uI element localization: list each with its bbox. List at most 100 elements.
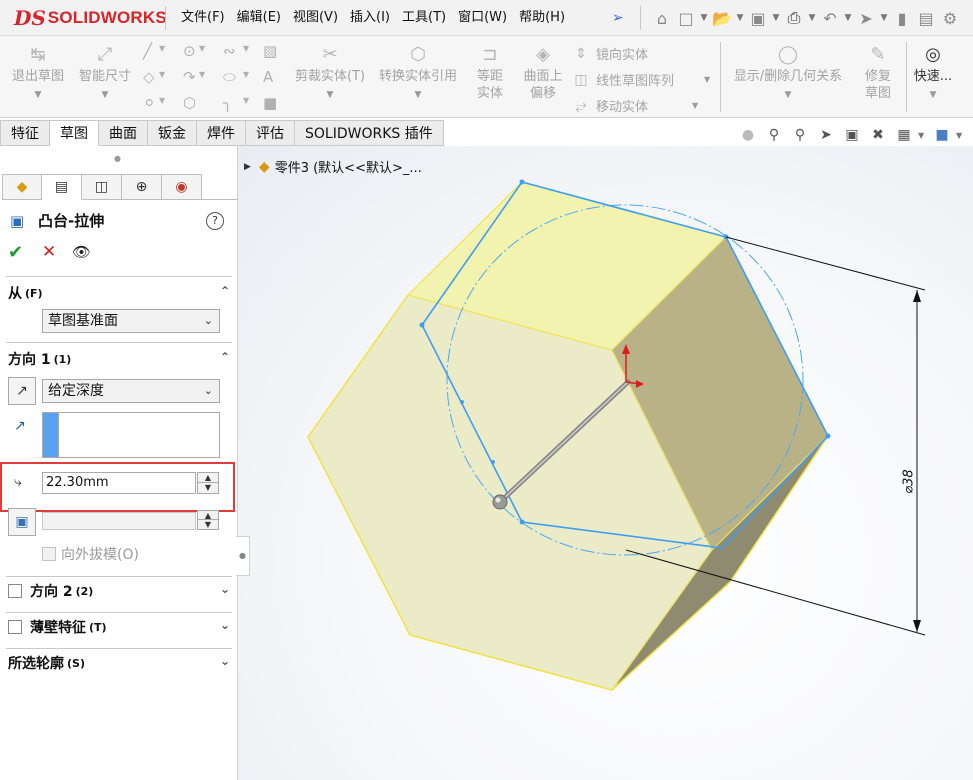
- direction2-section-header[interactable]: 方向 2 (2) ⌄: [0, 578, 238, 604]
- chevron-down-icon[interactable]: ▼: [159, 44, 165, 53]
- spinner-up-icon[interactable]: ▲: [198, 511, 218, 520]
- zoom-to-fit-icon[interactable]: ⚲: [762, 124, 786, 146]
- previous-view-icon[interactable]: ➤: [814, 124, 838, 146]
- chevron-down-icon[interactable]: ▼: [806, 4, 818, 32]
- help-icon[interactable]: ?: [206, 212, 224, 230]
- chevron-down-icon[interactable]: ⌄: [220, 582, 230, 596]
- quick-snaps-button[interactable]: ◎ 快速... ▼: [910, 44, 956, 104]
- fillet-icon[interactable]: ╮: [223, 94, 232, 112]
- ok-check-icon[interactable]: ✔: [8, 242, 23, 263]
- depth-input[interactable]: 22.30mm: [42, 472, 196, 494]
- offset-on-surface-button[interactable]: ◈ 曲面上偏移: [518, 44, 568, 102]
- smart-dimension-button[interactable]: ⤢ 智能尺寸 ▼: [72, 44, 138, 104]
- thin-feature-section-header[interactable]: 薄壁特征 (T) ⌄: [0, 614, 238, 640]
- display-relations-button[interactable]: ◯ 显示/删除几何关系 ▼: [726, 44, 850, 104]
- tab-sheet-metal[interactable]: 钣金: [148, 120, 197, 146]
- chevron-down-icon[interactable]: ▼: [734, 4, 746, 32]
- tab-add-ins[interactable]: SOLIDWORKS 插件: [295, 120, 444, 146]
- circle-icon[interactable]: ⊙: [183, 42, 196, 60]
- open-folder-icon[interactable]: 📂: [710, 4, 734, 32]
- section-view-icon[interactable]: ▣: [840, 124, 864, 146]
- bulb-icon[interactable]: ●: [736, 124, 760, 146]
- depth-spinner[interactable]: ▲ ▼: [197, 472, 219, 494]
- draft-outward-checkbox[interactable]: [42, 547, 56, 561]
- chevron-down-icon[interactable]: ▼: [159, 70, 165, 79]
- chevron-down-icon[interactable]: ▼: [698, 4, 710, 32]
- chevron-up-icon[interactable]: ⌃: [220, 350, 230, 364]
- reverse-direction-button[interactable]: ↗: [8, 377, 36, 405]
- new-document-icon[interactable]: □: [674, 4, 698, 32]
- zoom-area-icon[interactable]: ⚲: [788, 124, 812, 146]
- menu-window[interactable]: 窗口(W): [452, 0, 513, 36]
- direction-vector-listbox[interactable]: [42, 412, 220, 458]
- convert-entities-button[interactable]: ⬡ 转换实体引用 ▼: [374, 44, 462, 104]
- trim-entities-button[interactable]: ✂ 剪裁实体(T) ▼: [292, 44, 368, 104]
- print-icon[interactable]: ⎙: [782, 4, 806, 32]
- spinner-up-icon[interactable]: ▲: [198, 473, 218, 483]
- offset-entities-button[interactable]: ⊐ 等距实体: [466, 44, 514, 102]
- dynamic-annotation-icon[interactable]: ✖: [866, 124, 890, 146]
- panel-grip-icon[interactable]: ●: [114, 154, 121, 163]
- menu-tools[interactable]: 工具(T): [396, 0, 452, 36]
- select-cursor-icon[interactable]: ➤: [854, 4, 878, 32]
- menu-edit[interactable]: 编辑(E): [231, 0, 287, 36]
- point-icon[interactable]: ■: [263, 94, 277, 112]
- chevron-down-icon[interactable]: ⌄: [220, 618, 230, 632]
- property-manager-tab[interactable]: ▤: [42, 174, 82, 200]
- repair-sketch-button[interactable]: ✎ 修复草图: [852, 44, 904, 102]
- rectangle-icon[interactable]: ◇: [143, 68, 155, 86]
- construction-geometry-icon[interactable]: ▧: [263, 42, 277, 60]
- display-style-icon[interactable]: ■: [930, 124, 954, 146]
- configuration-manager-tab[interactable]: ◫: [82, 174, 122, 200]
- chevron-down-icon[interactable]: ▼: [956, 124, 966, 146]
- thin-feature-checkbox[interactable]: [8, 620, 22, 634]
- chevron-down-icon[interactable]: ▼: [199, 44, 205, 53]
- view-orientation-icon[interactable]: ▦: [892, 124, 916, 146]
- pin-icon[interactable]: ➢: [612, 10, 624, 26]
- tab-features[interactable]: 特征: [0, 120, 50, 146]
- chevron-down-icon[interactable]: ▼: [770, 4, 782, 32]
- feature-tree-part-node[interactable]: ▶ ◆ 零件3 (默认<<默认>_...: [244, 157, 422, 177]
- chevron-down-icon[interactable]: ▼: [243, 70, 249, 79]
- tab-evaluate[interactable]: 评估: [246, 120, 295, 146]
- display-manager-tab[interactable]: ◉: [162, 174, 202, 200]
- draft-angle-input[interactable]: [42, 512, 196, 530]
- ellipse-icon[interactable]: ⬭: [223, 68, 236, 86]
- detailed-preview-eye-icon[interactable]: 👁: [72, 243, 91, 261]
- arc-icon[interactable]: ↷: [183, 68, 196, 86]
- from-section-header[interactable]: 从 (F) ⌃: [0, 280, 238, 306]
- feature-manager-tab[interactable]: ◆: [2, 174, 42, 200]
- spline-icon[interactable]: ∾: [223, 42, 236, 60]
- expand-arrow-icon[interactable]: ▶: [244, 162, 251, 172]
- chevron-down-icon[interactable]: ▼: [878, 4, 890, 32]
- rebuild-icon[interactable]: ▮: [890, 4, 914, 32]
- solidworks-logo[interactable]: DS SOLIDWORKS: [14, 6, 167, 30]
- selected-contours-section-header[interactable]: 所选轮廓 (S) ⌄: [0, 650, 238, 676]
- home-icon[interactable]: ⌂: [650, 4, 674, 32]
- menu-help[interactable]: 帮助(H): [513, 0, 571, 36]
- chevron-down-icon[interactable]: ⌄: [220, 654, 230, 668]
- menu-view[interactable]: 视图(V): [287, 0, 344, 36]
- tab-surfaces[interactable]: 曲面: [99, 120, 148, 146]
- chevron-down-icon[interactable]: ▼: [692, 101, 698, 110]
- draft-on-off-button[interactable]: ▣: [8, 508, 36, 536]
- exit-sketch-button[interactable]: ↹ 退出草图 ▼: [6, 44, 70, 104]
- chevron-down-icon[interactable]: ▼: [704, 75, 710, 84]
- end-condition-select[interactable]: 给定深度 ⌄: [42, 379, 220, 403]
- chevron-down-icon[interactable]: ▼: [243, 44, 249, 53]
- spinner-down-icon[interactable]: ▼: [198, 520, 218, 529]
- direction1-section-header[interactable]: 方向 1 (1) ⌃: [0, 346, 238, 372]
- text-icon[interactable]: A: [263, 68, 273, 86]
- slot-icon[interactable]: ⚪: [143, 94, 156, 112]
- direction2-checkbox[interactable]: [8, 584, 22, 598]
- mirror-entities-button[interactable]: ⇕ 镜向实体: [572, 44, 648, 64]
- tab-sketch[interactable]: 草图: [50, 120, 99, 146]
- from-condition-select[interactable]: 草图基准面 ⌄: [42, 309, 220, 333]
- chevron-down-icon[interactable]: ▼: [159, 96, 165, 105]
- tab-weldments[interactable]: 焊件: [197, 120, 246, 146]
- line-icon[interactable]: ╱: [143, 42, 152, 60]
- spinner-down-icon[interactable]: ▼: [198, 483, 218, 493]
- graphics-area[interactable]: [238, 146, 973, 780]
- chevron-down-icon[interactable]: ▼: [243, 96, 249, 105]
- draft-angle-spinner[interactable]: ▲ ▼: [197, 510, 219, 530]
